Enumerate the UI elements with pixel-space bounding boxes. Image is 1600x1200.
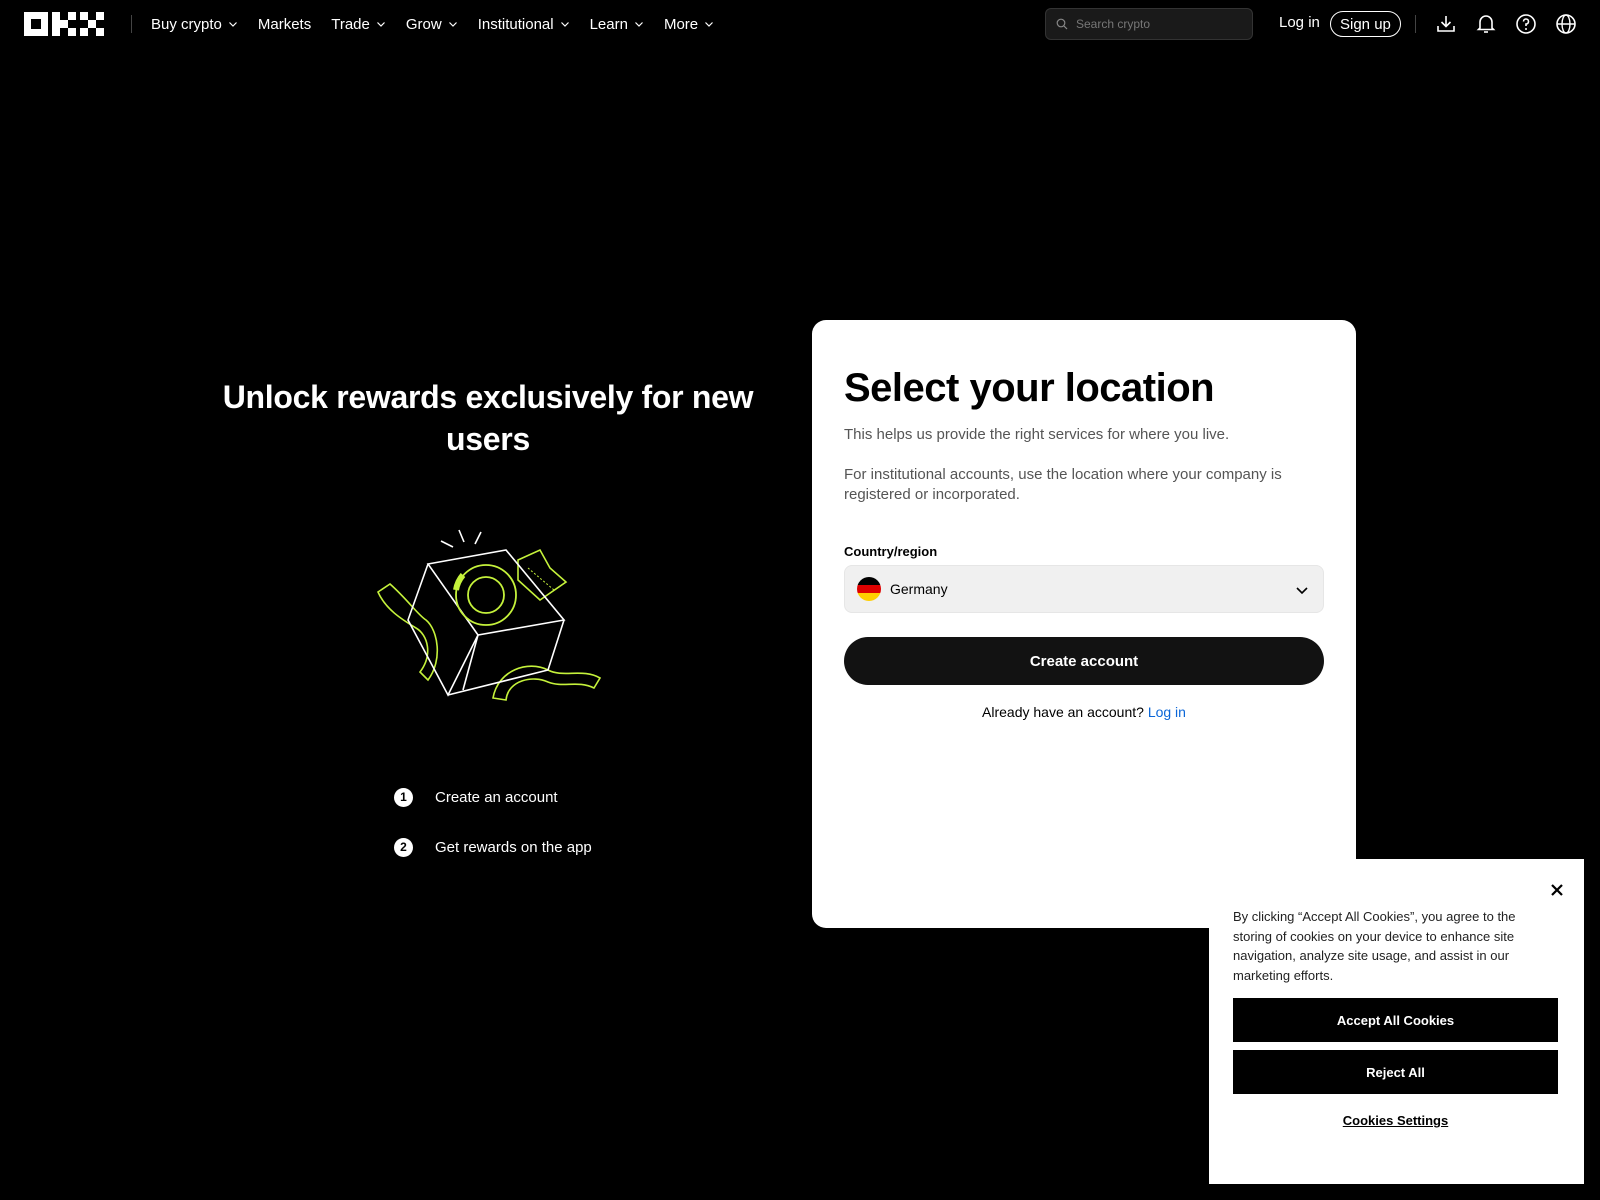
- nav-item-label: Markets: [257, 15, 312, 33]
- globe-icon[interactable]: [1554, 12, 1578, 36]
- bell-icon[interactable]: [1474, 12, 1498, 36]
- country-select[interactable]: Germany: [844, 565, 1324, 613]
- close-icon[interactable]: [1546, 879, 1568, 901]
- accept-cookies-button[interactable]: Accept All Cookies: [1233, 998, 1558, 1042]
- cookie-settings-link[interactable]: Cookies Settings: [1233, 1113, 1558, 1128]
- step-text: Create an account: [435, 788, 558, 806]
- step-text: Get rewards on the app: [435, 838, 592, 856]
- chevron-down-icon: [228, 22, 237, 27]
- nav-item-institutional[interactable]: Institutional: [478, 16, 570, 33]
- card-description: This helps us provide the right services…: [844, 426, 1230, 443]
- chevron-down-icon: [560, 22, 569, 27]
- step-number: 1: [394, 787, 413, 807]
- chevron-down-icon: [1296, 587, 1308, 595]
- step-item: 1 Create an account: [394, 787, 592, 807]
- login-link[interactable]: Log in: [1279, 14, 1320, 31]
- card-login-link[interactable]: Log in: [1148, 704, 1186, 720]
- country-select-value: Germany: [890, 581, 948, 597]
- steps-list: 1 Create an account 2 Get rewards on the…: [394, 787, 592, 887]
- help-icon[interactable]: [1514, 12, 1538, 36]
- login-prompt: Already have an account? Log in: [812, 704, 1356, 720]
- search-icon: [1056, 18, 1068, 30]
- create-account-button[interactable]: Create account: [844, 637, 1324, 685]
- login-prompt-text: Already have an account?: [982, 704, 1144, 720]
- okx-logo[interactable]: [24, 12, 104, 36]
- card-title: Select your location: [844, 366, 1215, 410]
- step-item: 2 Get rewards on the app: [394, 837, 592, 857]
- nav-menu: Buy crypto Markets Trade Grow Institutio…: [151, 0, 714, 48]
- nav-item-grow[interactable]: Grow: [406, 16, 458, 33]
- signup-button[interactable]: Sign up: [1330, 11, 1401, 37]
- germany-flag-icon: [857, 577, 881, 601]
- download-icon[interactable]: [1434, 12, 1458, 36]
- nav-item-label: Institutional: [477, 15, 554, 33]
- nav-item-label: Learn: [589, 15, 628, 33]
- country-field-label: Country/region: [844, 544, 938, 559]
- top-nav: Buy crypto Markets Trade Grow Institutio…: [0, 0, 1600, 48]
- nav-item-buy-crypto[interactable]: Buy crypto: [151, 16, 238, 33]
- chevron-down-icon: [376, 22, 385, 27]
- nav-item-label: Grow: [405, 15, 442, 33]
- nav-item-more[interactable]: More: [664, 16, 714, 33]
- chevron-down-icon: [635, 22, 643, 27]
- promo-title: Unlock rewards exclusively for new users: [222, 379, 754, 457]
- card-institutional-note: For institutional accounts, use the loca…: [844, 466, 1282, 503]
- cookie-banner: By clicking “Accept All Cookies”, you ag…: [1209, 859, 1584, 1184]
- nav-item-label: Buy crypto: [151, 15, 222, 33]
- search-box[interactable]: [1045, 8, 1253, 40]
- nav-item-learn[interactable]: Learn: [590, 16, 644, 33]
- nav-item-trade[interactable]: Trade: [331, 16, 386, 33]
- step-number: 2: [394, 837, 413, 857]
- search-input[interactable]: [1074, 16, 1238, 32]
- cookie-text: By clicking “Accept All Cookies”, you ag…: [1233, 909, 1516, 983]
- nav-divider: [131, 15, 132, 33]
- gift-box-illustration: [376, 529, 602, 701]
- nav-divider: [1415, 15, 1416, 33]
- chevron-down-icon: [705, 22, 714, 27]
- nav-item-label: Trade: [331, 15, 370, 33]
- nav-item-markets[interactable]: Markets: [258, 16, 311, 33]
- nav-item-label: More: [663, 15, 699, 33]
- chevron-down-icon: [448, 22, 457, 27]
- reject-cookies-button[interactable]: Reject All: [1233, 1050, 1558, 1094]
- location-card: Select your location This helps us provi…: [812, 320, 1356, 928]
